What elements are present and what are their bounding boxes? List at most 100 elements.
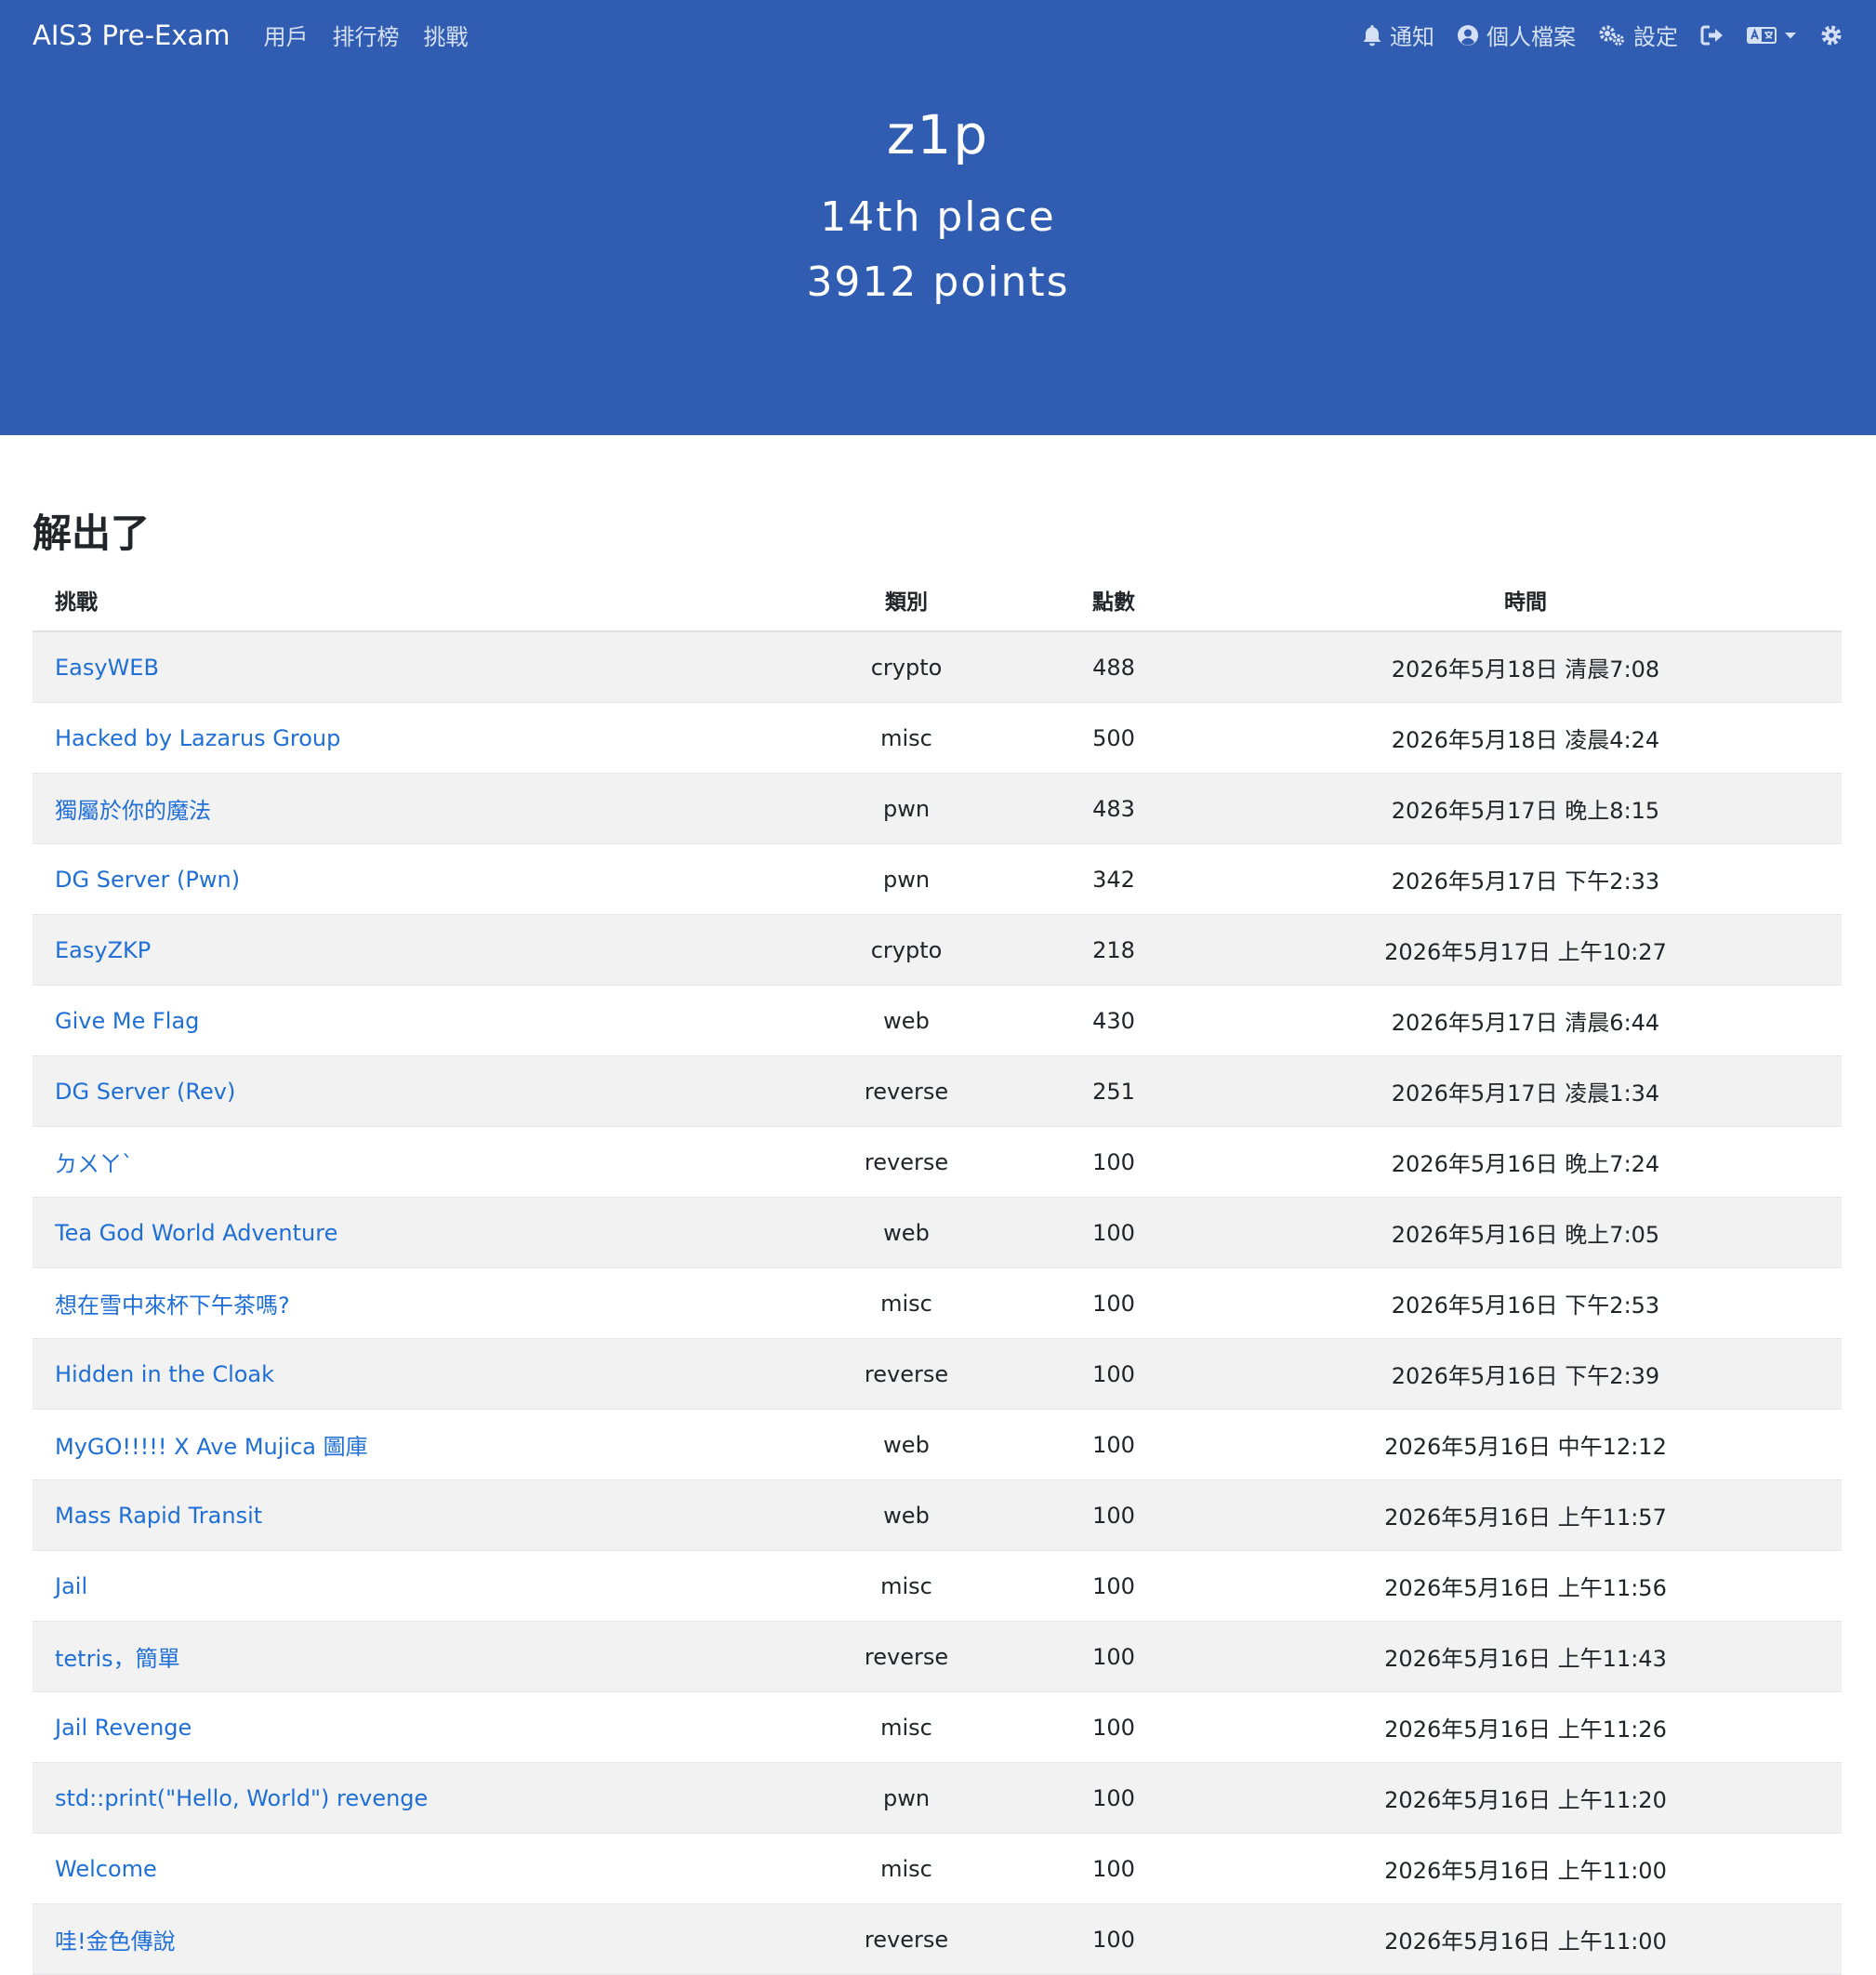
points-cell: 100 [1018,1691,1209,1763]
challenge-link[interactable]: Hidden in the Cloak [55,1361,274,1387]
challenge-link[interactable]: DG Server (Pwn) [55,867,240,893]
challenge-cell: Mass Rapid Transit [33,1479,795,1551]
table-row: EasyZKP crypto 218 2026年5月17日 上午10:27 [33,914,1842,986]
challenge-link[interactable]: 哇!金色傳說 [55,1929,176,1955]
team-place: 14th place [820,193,1056,241]
challenge-link[interactable]: Jail [55,1573,87,1599]
category-cell: crypto [795,914,1018,986]
challenge-link[interactable]: Jail Revenge [55,1715,192,1741]
nav-profile[interactable]: 個人檔案 [1457,19,1576,51]
challenge-cell: DG Server (Pwn) [33,843,795,915]
table-row: DG Server (Rev) reverse 251 2026年5月17日 凌晨1:… [33,1055,1842,1127]
category-cell: misc [795,1267,1018,1339]
nav-settings-label: 設定 [1633,24,1678,50]
time-cell: 2026年5月16日 上午11:26 [1209,1691,1842,1763]
nav-notifications[interactable]: 通知 [1362,19,1434,51]
points-cell: 488 [1018,631,1209,703]
header-challenge[interactable]: 挑戰 [33,569,795,632]
nav-scoreboard[interactable]: 排行榜 [333,19,400,51]
time-cell: 2026年5月16日 上午11:00 [1209,1903,1842,1975]
nav-profile-label: 個人檔案 [1486,24,1576,50]
time-cell: 2026年5月16日 上午11:20 [1209,1762,1842,1834]
challenge-link[interactable]: 想在雪中來杯下午茶嗎? [55,1292,290,1319]
header-category[interactable]: 類別 [795,569,1018,632]
challenge-link[interactable]: std::print("Hello, World") revenge [55,1785,428,1811]
time-cell: 2026年5月16日 下午2:53 [1209,1267,1842,1339]
time-cell: 2026年5月17日 清晨6:44 [1209,985,1842,1056]
challenge-link[interactable]: DG Server (Rev) [55,1079,235,1105]
nav-links: 用戶 排行榜 挑戰 [264,19,469,51]
table-row: ㄉㄨㄚˋ reverse 100 2026年5月16日 晚上7:24 [33,1126,1842,1198]
header-points[interactable]: 點數 [1018,569,1209,632]
time-cell: 2026年5月16日 晚上7:05 [1209,1197,1842,1268]
challenge-link[interactable]: Give Me Flag [55,1008,199,1034]
category-cell: reverse [795,1903,1018,1975]
points-cell: 100 [1018,1550,1209,1622]
challenge-cell: Jail Revenge [33,1691,795,1763]
challenge-cell: Tea God World Adventure [33,1197,795,1268]
nav-language-dropdown[interactable] [1747,25,1797,46]
challenge-link[interactable]: Tea God World Adventure [55,1220,337,1246]
category-cell: misc [795,702,1018,774]
points-cell: 100 [1018,1409,1209,1480]
language-icon [1747,25,1777,46]
challenge-cell: Hacked by Lazarus Group [33,702,795,774]
category-cell: misc [795,1550,1018,1622]
nav-users[interactable]: 用戶 [264,19,309,51]
challenge-link[interactable]: EasyZKP [55,937,151,963]
points-cell: 100 [1018,1621,1209,1692]
time-cell: 2026年5月16日 下午2:39 [1209,1338,1842,1410]
category-cell: pwn [795,1762,1018,1834]
challenge-cell: ㄉㄨㄚˋ [33,1126,795,1198]
points-cell: 100 [1018,1267,1209,1339]
team-name: z1p [886,103,990,166]
challenge-link[interactable]: EasyWEB [55,655,159,681]
bell-icon [1362,24,1382,46]
table-row: Tea God World Adventure web 100 2026年5月16日 … [33,1197,1842,1268]
category-cell: reverse [795,1338,1018,1410]
challenge-link[interactable]: Mass Rapid Transit [55,1503,262,1529]
category-cell: reverse [795,1621,1018,1692]
challenge-cell: Jail [33,1550,795,1622]
points-cell: 100 [1018,1762,1209,1834]
header-time[interactable]: 時間 [1209,569,1842,632]
table-row: tetris，簡單 reverse 100 2026年5月16日 上午11:43 [33,1621,1842,1692]
challenge-link[interactable]: tetris，簡單 [55,1646,180,1672]
category-cell: reverse [795,1055,1018,1127]
time-cell: 2026年5月18日 清晨7:08 [1209,631,1842,703]
nav-logout[interactable] [1700,24,1724,46]
table-row: DG Server (Pwn) pwn 342 2026年5月17日 下午2:33 [33,843,1842,915]
nav-right: 通知 個人檔案 設定 [1362,19,1843,51]
challenge-cell: EasyWEB [33,631,795,703]
time-cell: 2026年5月17日 上午10:27 [1209,914,1842,986]
category-cell: pwn [795,773,1018,844]
table-row: Hacked by Lazarus Group misc 500 2026年5月18日… [33,702,1842,774]
challenge-link[interactable]: MyGO!!!!! X Ave Mujica 圖庫 [55,1434,368,1460]
points-cell: 251 [1018,1055,1209,1127]
challenge-cell: DG Server (Rev) [33,1055,795,1127]
nav-notifications-label: 通知 [1390,24,1434,50]
time-cell: 2026年5月17日 凌晨1:34 [1209,1055,1842,1127]
brand-link[interactable]: AIS3 Pre-Exam [33,20,231,51]
time-cell: 2026年5月16日 上午11:56 [1209,1550,1842,1622]
time-cell: 2026年5月17日 晚上8:15 [1209,773,1842,844]
time-cell: 2026年5月16日 中午12:12 [1209,1409,1842,1480]
table-row: 獨屬於你的魔法 pwn 483 2026年5月17日 晚上8:15 [33,773,1842,844]
challenge-link[interactable]: Welcome [55,1856,157,1882]
main-content: 解出了 挑戰 類別 點數 時間 EasyWEB crypto 488 2026年5月1… [0,435,1876,1975]
category-cell: reverse [795,1126,1018,1198]
challenge-link[interactable]: ㄉㄨㄚˋ [55,1151,133,1177]
profile-hero: z1p 14th place 3912 points [0,70,1876,435]
nav-theme-toggle[interactable] [1819,23,1843,47]
points-cell: 100 [1018,1479,1209,1551]
nav-settings[interactable]: 設定 [1598,19,1678,51]
challenge-cell: 哇!金色傳說 [33,1903,795,1975]
challenge-link[interactable]: 獨屬於你的魔法 [55,798,211,824]
points-cell: 483 [1018,773,1209,844]
challenge-cell: MyGO!!!!! X Ave Mujica 圖庫 [33,1409,795,1480]
points-cell: 218 [1018,914,1209,986]
nav-challenges[interactable]: 挑戰 [424,19,469,51]
time-cell: 2026年5月16日 上午11:57 [1209,1479,1842,1551]
challenge-link[interactable]: Hacked by Lazarus Group [55,725,340,751]
points-cell: 342 [1018,843,1209,915]
